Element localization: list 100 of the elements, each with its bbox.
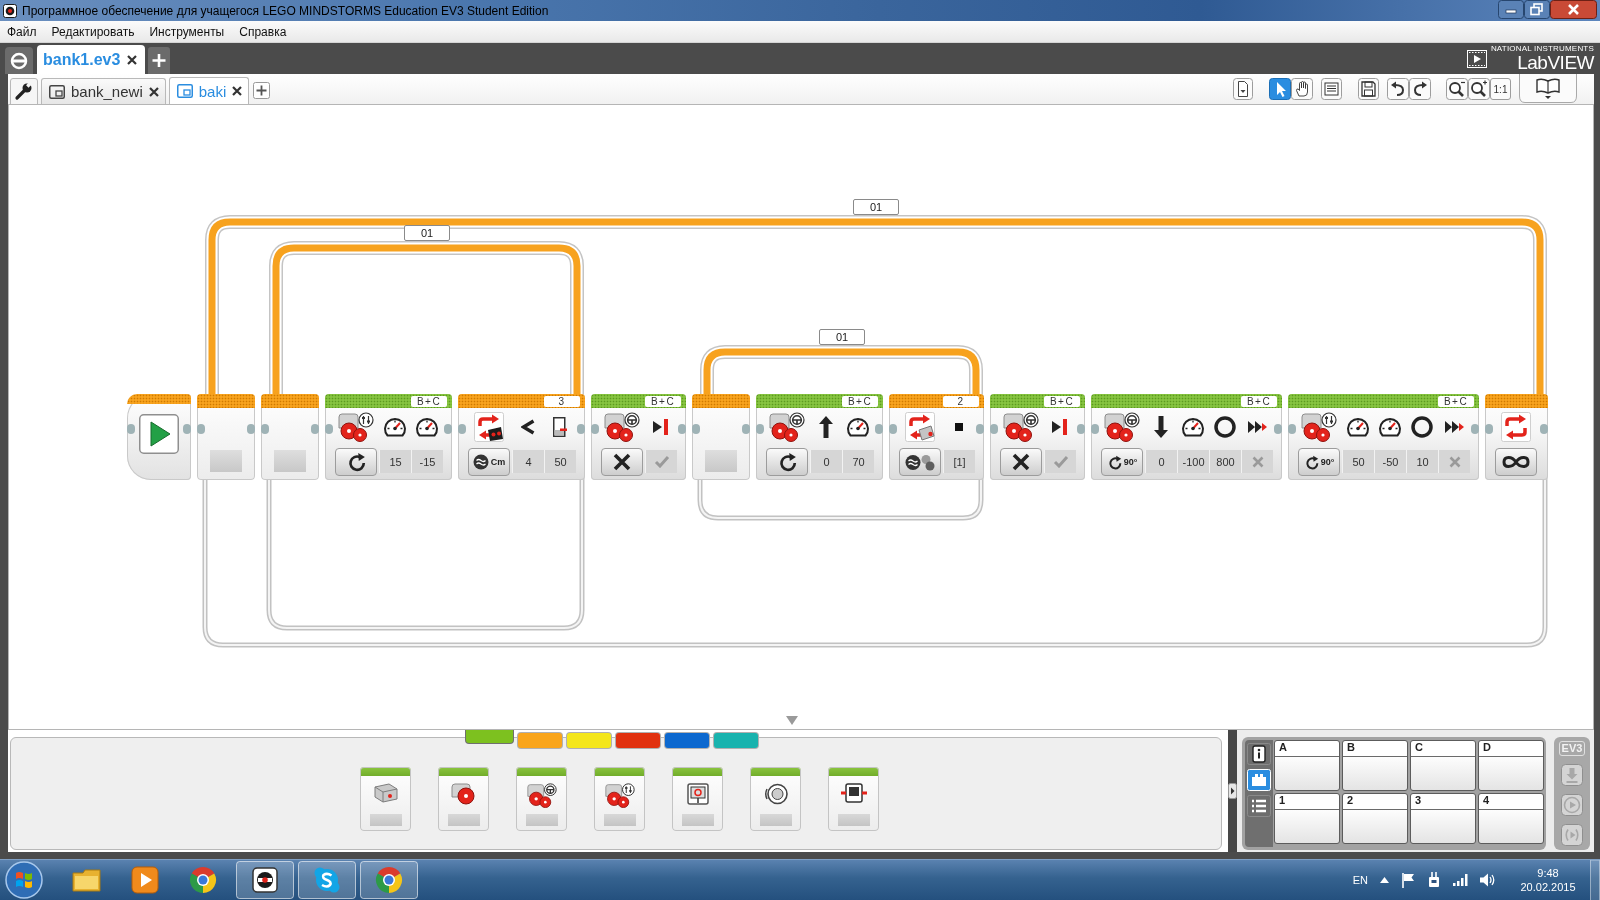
parameter-value[interactable]: 50	[1342, 450, 1374, 473]
close-icon[interactable]	[148, 86, 159, 97]
zoom-reset-button[interactable]: 1:1	[1490, 78, 1511, 100]
parameter-value[interactable]: 50	[544, 450, 576, 473]
redo-icon[interactable]	[1409, 78, 1431, 100]
move-steering-block[interactable]: B+C	[591, 394, 686, 480]
parameter-value[interactable]: [1]	[943, 450, 975, 473]
loop-end-block[interactable]: 2 [1]	[889, 394, 984, 480]
ring-icon[interactable]	[5, 47, 33, 74]
speaker-icon[interactable]	[1480, 873, 1496, 887]
parameter-value[interactable]: 4	[512, 450, 544, 473]
book-icon[interactable]	[1519, 74, 1577, 103]
list-icon[interactable]	[1247, 795, 1271, 817]
parameter-value[interactable]: 0	[810, 450, 842, 473]
loop-name[interactable]: 01	[853, 199, 899, 215]
signal-bars-icon[interactable]	[1453, 874, 1468, 886]
mode-button[interactable]	[766, 448, 808, 476]
chat-icon[interactable]	[298, 861, 356, 899]
less-than-icon	[521, 419, 535, 435]
caret-down-icon[interactable]	[786, 716, 798, 725]
undo-icon[interactable]	[1387, 78, 1409, 100]
project-tab[interactable]: bank1.ev3	[37, 45, 146, 74]
zoom-in-icon[interactable]	[1468, 78, 1490, 100]
parameter-value[interactable]: 0	[1145, 450, 1177, 473]
menu-item[interactable]: Файл	[0, 24, 45, 39]
mode-button[interactable]: Cm	[468, 448, 510, 476]
menu-item[interactable]: Редактировать	[44, 24, 143, 39]
mode-button[interactable]	[1000, 448, 1042, 476]
play-tile-icon[interactable]	[130, 865, 160, 895]
save-icon[interactable]	[1358, 78, 1379, 100]
loop-end-block[interactable]	[1485, 394, 1548, 480]
zoom-out-icon[interactable]	[1446, 78, 1468, 100]
program-tab[interactable]: baki	[168, 77, 250, 104]
palette-block[interactable]	[750, 767, 801, 831]
move-tank-block[interactable]: B+C 15 -15	[325, 394, 452, 480]
play-icon[interactable]	[139, 414, 179, 454]
parameter-value[interactable]: -50	[1374, 450, 1406, 473]
port-label[interactable]: 3	[544, 395, 580, 407]
loop-end-block[interactable]: 3 Cm 4 50	[458, 394, 585, 480]
plug-icon[interactable]	[1427, 872, 1441, 888]
move-steering-block[interactable]: B+C 90° 0 -100 800	[1091, 394, 1282, 480]
clock-time[interactable]: 9:48	[1537, 866, 1559, 880]
show-hidden-icon[interactable]	[1380, 877, 1389, 883]
port-label[interactable]: B+C	[411, 395, 447, 407]
hand-icon[interactable]	[1291, 78, 1313, 100]
caret-right-icon[interactable]	[1228, 783, 1237, 799]
palette-block[interactable]	[594, 767, 645, 831]
move-tank-block[interactable]: B+C 90° 50 -50 10	[1288, 394, 1479, 480]
pointer-icon[interactable]	[1269, 78, 1291, 100]
app-logo-icon[interactable]	[236, 861, 294, 899]
add-icon[interactable]	[148, 47, 171, 74]
show-desktop-icon[interactable]	[1590, 859, 1600, 900]
language-indicator[interactable]: EN	[1352, 874, 1368, 886]
mode-button[interactable]	[1495, 448, 1537, 476]
mode-button[interactable]	[335, 448, 377, 476]
parameter-value[interactable]: -100	[1177, 450, 1209, 473]
port-label[interactable]: B+C	[645, 395, 681, 407]
flag-icon[interactable]	[1401, 872, 1415, 888]
parameter-value[interactable]: 70	[842, 450, 874, 473]
mode-button[interactable]: 90°	[1101, 448, 1143, 476]
loop-start-block[interactable]	[197, 394, 255, 480]
port-label[interactable]: B+C	[1044, 395, 1080, 407]
clock-date[interactable]: 20.02.2015	[1520, 880, 1576, 894]
palette-block[interactable]	[828, 767, 879, 831]
port-label[interactable]: B+C	[1241, 395, 1277, 407]
close-icon[interactable]	[127, 54, 138, 65]
parameter-value[interactable]: 15	[379, 450, 411, 473]
mode-button[interactable]: 90°	[1298, 448, 1340, 476]
start-orb-icon[interactable]	[4, 861, 44, 899]
wrench-icon[interactable]	[10, 78, 38, 104]
browser-icon[interactable]	[188, 865, 218, 895]
port-label[interactable]: 2	[943, 395, 979, 407]
start-block[interactable]	[127, 394, 191, 480]
add-icon[interactable]	[253, 82, 271, 99]
loop-name[interactable]: 01	[404, 225, 450, 241]
splitter-bar[interactable]	[1228, 730, 1237, 852]
close-icon[interactable]	[232, 86, 243, 96]
loop-name[interactable]: 01	[819, 329, 865, 345]
parameter-value[interactable]: 800	[1209, 450, 1241, 473]
port-label[interactable]: B+C	[842, 395, 878, 407]
menu-item[interactable]: Справка	[232, 24, 295, 39]
menu-item[interactable]: Инструменты	[142, 24, 233, 39]
port-label[interactable]: B+C	[1438, 395, 1474, 407]
comment-icon[interactable]	[1321, 78, 1342, 100]
browser-icon[interactable]	[360, 861, 418, 899]
loop-start-block[interactable]	[692, 394, 750, 480]
palette-block[interactable]	[516, 767, 567, 831]
mode-button[interactable]	[899, 448, 941, 476]
close-icon[interactable]	[1550, 0, 1597, 19]
restore-icon[interactable]	[1524, 0, 1550, 19]
mode-button[interactable]	[601, 448, 643, 476]
loop-start-block[interactable]	[261, 394, 319, 480]
program-tab[interactable]: bank_newi	[41, 78, 166, 104]
move-steering-block[interactable]: B+C 0 70	[756, 394, 883, 480]
brick-info-icon[interactable]	[1247, 743, 1271, 765]
move-steering-block[interactable]: B+C	[990, 394, 1085, 480]
minimize-icon[interactable]	[1498, 0, 1524, 19]
parameter-value[interactable]: -15	[411, 450, 443, 473]
document-icon[interactable]	[1233, 78, 1253, 100]
parameter-value[interactable]: 10	[1406, 450, 1438, 473]
